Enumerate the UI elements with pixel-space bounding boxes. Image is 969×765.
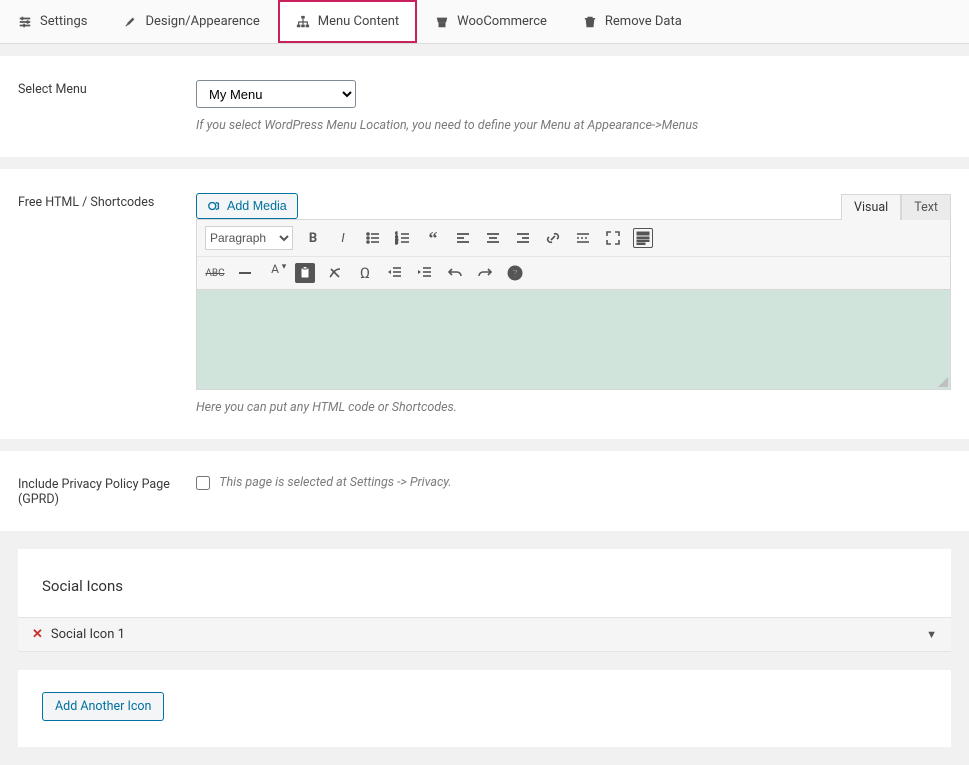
panel-free-html: Free HTML / Shortcodes Add Media Visual … bbox=[0, 169, 969, 439]
sitemap-icon bbox=[296, 15, 310, 29]
select-menu-label: Select Menu bbox=[18, 80, 196, 97]
special-char-button[interactable]: Ω bbox=[355, 263, 375, 283]
select-menu-help: If you select WordPress Menu Location, y… bbox=[196, 118, 951, 133]
redo-button[interactable] bbox=[475, 263, 495, 283]
editor-tab-visual[interactable]: Visual bbox=[841, 194, 901, 220]
number-list-button[interactable]: 123 bbox=[393, 228, 413, 248]
indent-button[interactable] bbox=[415, 263, 435, 283]
social-icon-title: Social Icon 1 bbox=[51, 627, 125, 642]
tab-label: Menu Content bbox=[318, 14, 399, 29]
add-media-button[interactable]: Add Media bbox=[196, 193, 298, 219]
blockquote-button[interactable]: “ bbox=[423, 228, 443, 248]
svg-text:?: ? bbox=[513, 269, 518, 280]
top-tabs: Settings Design/Appearence Menu Content … bbox=[0, 0, 969, 44]
svg-text:3: 3 bbox=[395, 240, 398, 246]
menu-select[interactable]: My Menu bbox=[196, 80, 356, 108]
tab-woocommerce[interactable]: WooCommerce bbox=[417, 0, 565, 43]
help-button[interactable]: ? bbox=[505, 263, 525, 283]
media-icon bbox=[207, 199, 221, 213]
bold-button[interactable]: B bbox=[303, 228, 323, 248]
brush-icon bbox=[123, 15, 137, 29]
panel-select-menu: Select Menu My Menu If you select WordPr… bbox=[0, 56, 969, 157]
tab-label: WooCommerce bbox=[457, 14, 547, 29]
social-icon-item-1[interactable]: ✕ Social Icon 1 ▼ bbox=[18, 617, 951, 652]
outdent-button[interactable] bbox=[385, 263, 405, 283]
undo-button[interactable] bbox=[445, 263, 465, 283]
italic-button[interactable]: I bbox=[333, 228, 353, 248]
storefront-icon bbox=[435, 15, 449, 29]
format-select[interactable]: Paragraph bbox=[205, 226, 293, 250]
tab-label: Remove Data bbox=[605, 14, 682, 29]
free-html-label: Free HTML / Shortcodes bbox=[18, 193, 196, 210]
tab-label: Settings bbox=[40, 14, 87, 29]
tab-design[interactable]: Design/Appearence bbox=[105, 0, 277, 43]
horizontal-line-button[interactable] bbox=[235, 263, 255, 283]
tab-remove-data[interactable]: Remove Data bbox=[565, 0, 700, 43]
privacy-help: This page is selected at Settings -> Pri… bbox=[219, 475, 451, 490]
sliders-icon bbox=[18, 15, 32, 29]
privacy-label: Include Privacy Policy Page (GPRD) bbox=[18, 475, 196, 507]
panel-social-icons: Social Icons ✕ Social Icon 1 ▼ bbox=[18, 549, 951, 652]
link-button[interactable] bbox=[543, 228, 563, 248]
social-icons-header: Social Icons bbox=[18, 549, 951, 617]
strikethrough-button[interactable]: ABC bbox=[205, 263, 225, 283]
text-color-button[interactable]: A ▾ bbox=[265, 263, 285, 283]
tab-settings[interactable]: Settings bbox=[0, 0, 105, 43]
align-left-button[interactable] bbox=[453, 228, 473, 248]
align-right-button[interactable] bbox=[513, 228, 533, 248]
panel-privacy: Include Privacy Policy Page (GPRD) This … bbox=[0, 451, 969, 531]
toolbar-toggle-button[interactable] bbox=[633, 228, 653, 248]
chevron-down-icon[interactable]: ▼ bbox=[926, 628, 937, 641]
tab-label: Design/Appearence bbox=[145, 14, 259, 29]
read-more-button[interactable] bbox=[573, 228, 593, 248]
add-another-icon-button[interactable]: Add Another Icon bbox=[42, 692, 164, 721]
paste-text-button[interactable] bbox=[295, 263, 315, 283]
clear-format-button[interactable] bbox=[325, 263, 345, 283]
panel-add-another: Add Another Icon bbox=[18, 670, 951, 747]
trash-icon bbox=[583, 15, 597, 29]
remove-social-icon-button[interactable]: ✕ bbox=[32, 627, 43, 642]
privacy-checkbox[interactable] bbox=[196, 476, 210, 490]
align-center-button[interactable] bbox=[483, 228, 503, 248]
tab-menu-content[interactable]: Menu Content bbox=[278, 0, 417, 43]
editor-textarea[interactable] bbox=[196, 290, 951, 390]
editor-toolbar: Paragraph B I 123 “ ABC bbox=[196, 219, 951, 290]
editor-tab-text[interactable]: Text bbox=[901, 194, 951, 220]
bullet-list-button[interactable] bbox=[363, 228, 383, 248]
free-html-help: Here you can put any HTML code or Shortc… bbox=[196, 400, 951, 415]
fullscreen-button[interactable] bbox=[603, 228, 623, 248]
